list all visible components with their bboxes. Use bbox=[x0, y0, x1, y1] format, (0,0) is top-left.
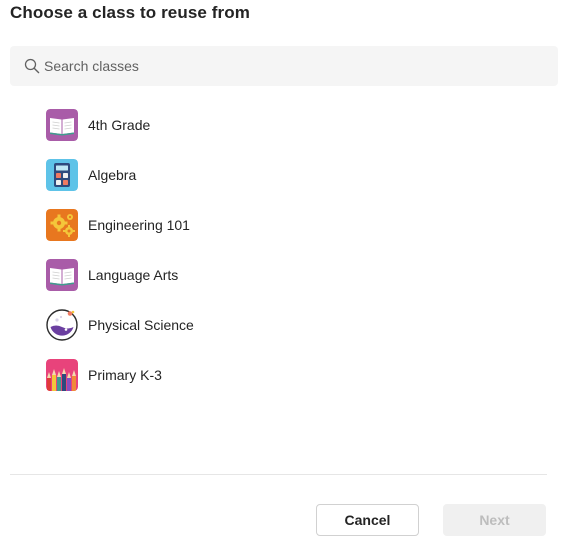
class-item-algebra[interactable]: Algebra bbox=[46, 150, 546, 200]
cancel-button[interactable]: Cancel bbox=[316, 504, 419, 536]
class-item-physical-science[interactable]: Physical Science bbox=[46, 300, 546, 350]
dialog-title: Choose a class to reuse from bbox=[10, 3, 250, 22]
class-item-4th-grade[interactable]: 4th Grade bbox=[46, 100, 546, 150]
search-input[interactable] bbox=[44, 46, 544, 86]
class-label: Primary K-3 bbox=[88, 367, 162, 383]
class-list: 4th Grade Algebra Engineering 101 Langua… bbox=[46, 100, 546, 400]
search-icon bbox=[24, 58, 40, 74]
class-label: Algebra bbox=[88, 167, 137, 183]
class-label: 4th Grade bbox=[88, 117, 151, 133]
pencils-icon bbox=[46, 359, 78, 391]
gears-icon bbox=[46, 209, 78, 241]
class-label: Engineering 101 bbox=[88, 217, 190, 233]
class-item-language-arts[interactable]: Language Arts bbox=[46, 250, 546, 300]
book-icon bbox=[46, 259, 78, 291]
book-icon bbox=[46, 109, 78, 141]
flask-icon bbox=[46, 309, 78, 341]
class-label: Language Arts bbox=[88, 267, 179, 283]
class-item-primary-k-3[interactable]: Primary K-3 bbox=[46, 350, 546, 400]
next-button[interactable]: Next bbox=[443, 504, 546, 536]
calculator-icon bbox=[46, 159, 78, 191]
class-item-engineering-101[interactable]: Engineering 101 bbox=[46, 200, 546, 250]
search-box[interactable] bbox=[10, 46, 558, 86]
footer-divider bbox=[10, 474, 547, 475]
class-label: Physical Science bbox=[88, 317, 194, 333]
